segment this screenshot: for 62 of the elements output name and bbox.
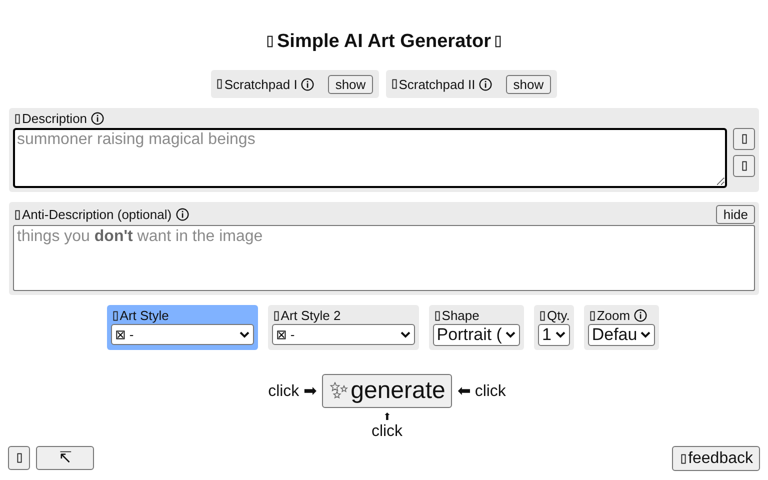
description-label: Description	[22, 111, 88, 126]
icon-button[interactable]	[733, 155, 755, 177]
option-panel[interactable]: Zoom Defau	[584, 305, 660, 350]
glyph-box-icon	[392, 79, 397, 89]
option-label: Zoom	[596, 308, 630, 323]
option-panel[interactable]: Art Style ⊠ -	[106, 305, 258, 350]
hint-text: click	[371, 423, 403, 441]
anti-description-label: Anti-Description (optional)	[22, 207, 172, 222]
generate-button[interactable]: generate	[322, 374, 452, 408]
glyph-box-icon	[590, 310, 595, 320]
glyph-box-icon	[217, 79, 222, 89]
hint-text: ⬅ click	[457, 382, 506, 401]
glyph-box-icon	[681, 454, 686, 464]
show-button[interactable]: show	[506, 74, 551, 94]
glyph-box-icon	[494, 35, 501, 48]
corner-button[interactable]: ↸	[36, 446, 94, 470]
glyph-box-icon	[742, 161, 746, 171]
option-label: Qty.	[546, 308, 570, 323]
glyph-box-icon	[16, 453, 22, 463]
hide-button[interactable]: hide	[716, 205, 755, 224]
glyph-box-icon	[434, 310, 440, 320]
glyph-box-icon	[15, 210, 20, 220]
caret-icon	[238, 330, 250, 338]
glyph-box-icon	[540, 310, 545, 320]
scratchpad-label: Scratchpad I	[224, 76, 298, 92]
info-icon[interactable]	[634, 309, 648, 322]
scratchpad-label: Scratchpad II	[398, 76, 476, 92]
page-title: Simple AI Art Generator	[277, 31, 491, 52]
placeholder-text: things you don't want in the image	[17, 228, 263, 245]
caret-icon	[400, 330, 411, 338]
glyph-box-icon	[267, 35, 273, 48]
option-dropdown[interactable]: ⊠ -	[110, 324, 254, 345]
info-icon[interactable]	[479, 78, 492, 90]
glyph-box-icon	[742, 134, 746, 144]
glyph-box-icon	[15, 114, 20, 124]
option-panel[interactable]: Qty. 1	[534, 305, 574, 350]
option-label: Shape	[442, 308, 480, 323]
stars-icon	[328, 382, 349, 400]
option-dropdown[interactable]: Portrait (	[432, 324, 520, 346]
option-label: Art Style 2	[280, 308, 341, 323]
caret-icon	[504, 331, 516, 339]
feedback-button[interactable]: feedback	[672, 446, 760, 471]
info-icon[interactable]	[176, 208, 189, 221]
show-button[interactable]: show	[328, 74, 373, 94]
option-dropdown[interactable]: 1	[538, 324, 570, 346]
caret-icon	[554, 331, 566, 339]
arrow-icon: ⬆	[383, 413, 391, 423]
icon-button[interactable]	[733, 128, 755, 150]
option-dropdown[interactable]: ⊠ -	[272, 324, 415, 345]
info-icon[interactable]	[301, 78, 314, 90]
glyph-box-icon	[112, 310, 118, 320]
option-panel[interactable]: Shape Portrait (	[428, 305, 524, 350]
icon-button[interactable]	[8, 446, 30, 470]
hint-text: click ➡	[268, 382, 317, 401]
option-label: Art Style	[120, 308, 169, 323]
anti-description-field[interactable]: things you don't want in the image	[13, 225, 755, 291]
glyph-box-icon	[274, 310, 279, 320]
option-dropdown[interactable]: Defau	[588, 324, 656, 346]
option-panel[interactable]: Art Style 2 ⊠ -	[268, 305, 419, 350]
description-field[interactable]: summoner raising magical beings	[13, 128, 727, 188]
info-icon[interactable]	[91, 112, 104, 125]
caret-icon	[640, 331, 652, 339]
